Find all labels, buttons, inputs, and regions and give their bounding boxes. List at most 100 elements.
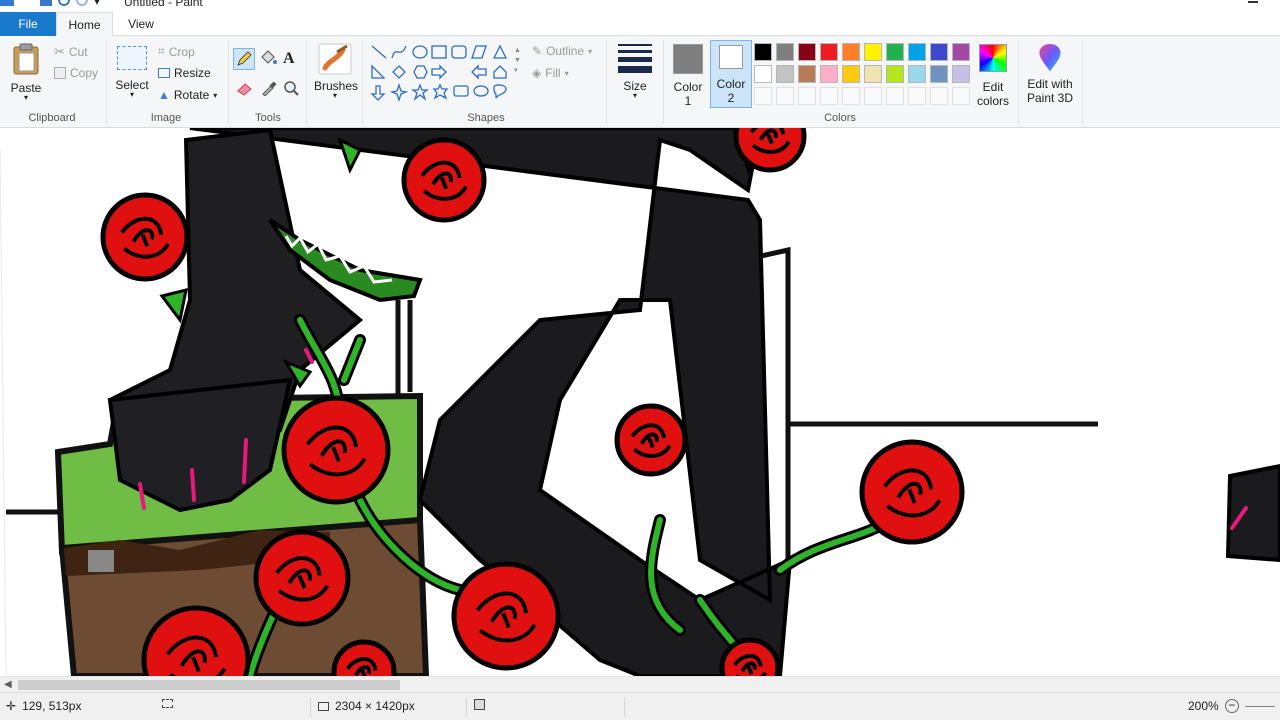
magnifier-tool[interactable] <box>283 80 301 99</box>
tab-view[interactable]: View <box>113 12 169 36</box>
copy-label: Copy <box>70 66 99 80</box>
group-divider <box>606 40 607 124</box>
custom-color-slot[interactable] <box>842 87 860 105</box>
undo-quick-icon[interactable] <box>58 0 70 6</box>
custom-color-slot[interactable] <box>864 87 882 105</box>
select-icon <box>117 46 147 70</box>
scrollbar-thumb[interactable] <box>18 680 400 690</box>
custom-color-slot[interactable] <box>776 87 794 105</box>
scroll-left-icon[interactable]: ◀ <box>4 679 12 690</box>
zoom-out-button[interactable]: − <box>1224 699 1239 713</box>
palette-swatch[interactable] <box>776 65 794 83</box>
shapes-gallery-icons <box>370 44 508 103</box>
copy-button[interactable]: Copy <box>54 66 98 80</box>
canvas-artwork[interactable] <box>0 128 1280 676</box>
palette-swatch[interactable] <box>930 65 948 83</box>
clipboard-group-label: Clipboard <box>28 112 76 124</box>
cursor-position: ✛ 129, 513px <box>6 699 81 713</box>
palette-swatch[interactable] <box>754 65 772 83</box>
color1-swatch <box>673 44 703 74</box>
edit-colors-button[interactable]: Edit colors <box>972 42 1014 108</box>
edit-with-paint3d-button[interactable]: Edit with Paint 3D <box>1022 42 1078 105</box>
select-button[interactable]: Select ▾ <box>114 46 150 99</box>
redo-quick-icon[interactable] <box>76 0 88 6</box>
palette-swatch[interactable] <box>754 43 772 61</box>
palette-swatch[interactable] <box>864 65 882 83</box>
pencil-tool[interactable] <box>233 48 255 70</box>
zoom-control: 200% − <box>1188 699 1275 713</box>
palette-swatch[interactable] <box>864 43 882 61</box>
crop-button[interactable]: ⌗ Crop <box>158 44 195 59</box>
tools-group-label: Tools <box>255 112 281 124</box>
rotate-button[interactable]: ▲ Rotate ▾ <box>158 88 217 102</box>
shapes-scroll[interactable]: ▲ ▼ ▾ <box>514 46 521 76</box>
crosshair-icon: ✛ <box>6 699 17 713</box>
palette-swatch[interactable] <box>842 43 860 61</box>
text-icon: A <box>283 50 295 67</box>
group-divider <box>228 40 229 124</box>
image-size: 2304 × 1420px <box>318 699 415 713</box>
customize-quick-access-icon[interactable]: ▾ <box>94 0 102 8</box>
tab-home[interactable]: Home <box>56 12 113 36</box>
resize-label: Resize <box>174 66 211 80</box>
palette-swatch[interactable] <box>820 65 838 83</box>
fill-button[interactable]: ◈ Fill ▾ <box>532 66 569 80</box>
brushes-dropdown-icon[interactable]: ▾ <box>314 92 356 100</box>
custom-color-slot[interactable] <box>798 87 816 105</box>
edit-3d-label-line2: Paint 3D <box>1026 91 1074 105</box>
crop-label: Crop <box>168 44 195 59</box>
custom-color-slot[interactable] <box>952 87 970 105</box>
custom-color-slot[interactable] <box>930 87 948 105</box>
rose <box>281 395 391 505</box>
palette-swatch[interactable] <box>908 65 926 83</box>
status-divider <box>624 697 625 717</box>
color1-button[interactable]: Color 1 <box>668 42 708 108</box>
window-title: Untitled - Paint <box>124 0 203 9</box>
cut-button[interactable]: ✂ Cut <box>54 44 88 60</box>
palette-swatch[interactable] <box>798 43 816 61</box>
select-dropdown-icon[interactable]: ▾ <box>114 91 150 99</box>
title-bar: ▾ Untitled - Paint <box>0 0 1280 10</box>
palette-swatch[interactable] <box>886 43 904 61</box>
size-button[interactable]: Size ▾ <box>614 44 656 100</box>
brush-icon <box>318 43 352 75</box>
resize-button[interactable]: Resize <box>158 66 211 80</box>
palette-swatch[interactable] <box>930 43 948 61</box>
color-picker-tool[interactable] <box>260 80 278 99</box>
horizontal-scrollbar[interactable]: ◀ <box>0 676 1280 692</box>
quick-access-toolbar: ▾ <box>0 0 102 8</box>
status-divider <box>310 697 311 717</box>
tab-file[interactable]: File <box>0 12 56 36</box>
paste-button[interactable]: Paste ▾ <box>8 42 44 102</box>
ribbon-tabs: File Home View <box>0 12 1280 36</box>
minimize-button[interactable] <box>1248 0 1258 3</box>
palette-swatch[interactable] <box>776 43 794 61</box>
fill-tool[interactable] <box>258 48 280 70</box>
palette-swatch[interactable] <box>908 43 926 61</box>
save-quick-icon[interactable] <box>40 0 52 6</box>
palette-swatch[interactable] <box>842 65 860 83</box>
shapes-gallery[interactable] <box>368 42 518 104</box>
palette-swatch[interactable] <box>798 65 816 83</box>
custom-color-slot[interactable] <box>886 87 904 105</box>
cut-label: Cut <box>68 45 88 59</box>
eraser-tool[interactable] <box>236 80 254 99</box>
fill-bucket-icon <box>261 50 277 64</box>
brushes-button[interactable]: Brushes ▾ <box>314 42 358 100</box>
palette-swatch[interactable] <box>952 65 970 83</box>
color2-button[interactable]: Color 2 <box>710 40 752 108</box>
size-dropdown-icon[interactable]: ▾ <box>614 92 656 100</box>
text-tool[interactable]: A <box>283 50 295 68</box>
custom-color-slot[interactable] <box>820 87 838 105</box>
custom-color-slot[interactable] <box>908 87 926 105</box>
outline-button[interactable]: ✎ Outline ▾ <box>532 44 592 58</box>
scissors-icon: ✂ <box>54 44 65 59</box>
image-group-label: Image <box>150 112 182 124</box>
zoom-slider[interactable] <box>1244 705 1275 707</box>
paste-dropdown-icon[interactable]: ▾ <box>8 94 44 102</box>
palette-swatch[interactable] <box>886 65 904 83</box>
custom-color-slot[interactable] <box>754 87 772 105</box>
palette-swatch[interactable] <box>820 43 838 61</box>
palette-swatch[interactable] <box>952 43 970 61</box>
drawing-canvas[interactable] <box>0 128 1280 676</box>
